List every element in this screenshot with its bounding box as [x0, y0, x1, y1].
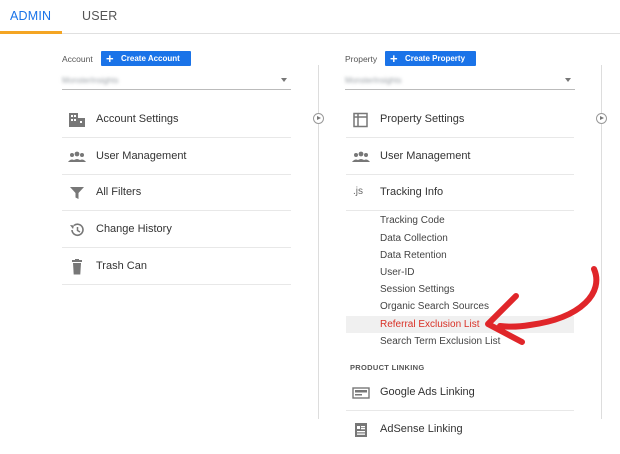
- create-account-button[interactable]: + Create Account: [101, 51, 191, 66]
- trash-icon: [68, 259, 86, 275]
- referral-exclusion-list-link[interactable]: Referral Exclusion List: [380, 319, 479, 330]
- create-property-button[interactable]: + Create Property: [385, 51, 476, 66]
- plus-icon: +: [390, 51, 398, 66]
- account-user-management-row[interactable]: User Management: [62, 138, 291, 175]
- people-icon: [68, 149, 86, 165]
- property-label: Property: [345, 54, 378, 64]
- expand-arrow-icon[interactable]: [313, 113, 324, 124]
- all-filters-row[interactable]: All Filters: [62, 174, 291, 211]
- people-icon: [352, 149, 370, 165]
- annotation-arrow-icon: [485, 266, 600, 345]
- session-settings-link[interactable]: Session Settings: [380, 284, 455, 295]
- account-selector[interactable]: MonsterInsights: [62, 72, 291, 90]
- account-label: Account: [62, 54, 93, 64]
- change-history-row[interactable]: Change History: [62, 211, 291, 248]
- adsense-linking-row[interactable]: AdSense Linking: [346, 411, 574, 448]
- property-settings-label: Property Settings: [380, 113, 465, 125]
- change-history-label: Change History: [96, 223, 172, 235]
- top-tabs: ADMIN USER: [0, 0, 620, 34]
- data-collection-link[interactable]: Data Collection: [380, 233, 448, 244]
- property-user-management-row[interactable]: User Management: [346, 138, 574, 175]
- create-property-label: Create Property: [405, 54, 466, 63]
- property-selected-value: MonsterInsights: [345, 76, 402, 85]
- tracking-info-label: Tracking Info: [380, 186, 444, 198]
- tracking-info-row[interactable]: .js Tracking Info: [346, 174, 574, 211]
- tab-indicator: [0, 31, 62, 34]
- expand-arrow-icon[interactable]: [596, 113, 607, 124]
- building-icon: [68, 112, 86, 128]
- create-account-label: Create Account: [121, 54, 180, 63]
- history-icon: [68, 222, 86, 238]
- account-user-management-label: User Management: [96, 150, 187, 162]
- account-selected-value: MonsterInsights: [62, 76, 119, 85]
- google-ads-linking-label: Google Ads Linking: [380, 386, 475, 398]
- account-settings-row[interactable]: Account Settings: [62, 101, 291, 138]
- trash-can-row[interactable]: Trash Can: [62, 248, 291, 285]
- trash-can-label: Trash Can: [96, 260, 147, 272]
- adsense-icon: [352, 422, 370, 438]
- google-ads-linking-row[interactable]: Google Ads Linking: [346, 374, 574, 411]
- all-filters-label: All Filters: [96, 186, 142, 198]
- ads-icon: [352, 385, 370, 401]
- tab-admin[interactable]: ADMIN: [10, 9, 51, 23]
- js-icon: .js: [353, 186, 363, 197]
- user-id-link[interactable]: User-ID: [380, 267, 414, 278]
- filter-icon: [68, 185, 86, 201]
- tab-user[interactable]: USER: [82, 9, 118, 23]
- property-user-management-label: User Management: [380, 150, 471, 162]
- tracking-code-link[interactable]: Tracking Code: [380, 215, 445, 226]
- chevron-down-icon: [565, 78, 571, 82]
- property-selector[interactable]: MonsterInsights: [345, 72, 575, 90]
- data-retention-link[interactable]: Data Retention: [380, 250, 447, 261]
- product-linking-header: PRODUCT LINKING: [350, 363, 425, 372]
- property-icon: [352, 112, 370, 128]
- account-settings-label: Account Settings: [96, 113, 179, 125]
- adsense-linking-label: AdSense Linking: [380, 423, 463, 435]
- plus-icon: +: [106, 51, 114, 66]
- chevron-down-icon: [281, 78, 287, 82]
- property-settings-row[interactable]: Property Settings: [346, 101, 574, 138]
